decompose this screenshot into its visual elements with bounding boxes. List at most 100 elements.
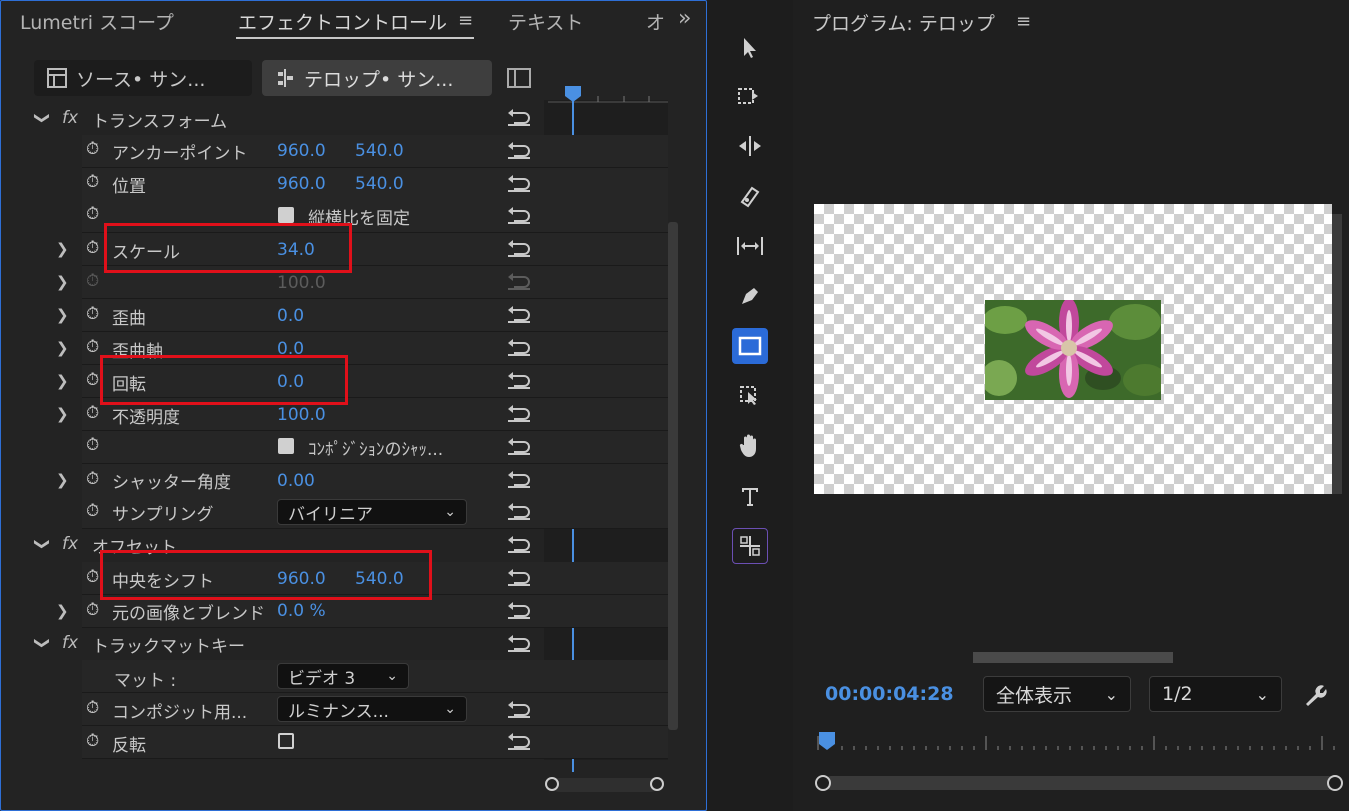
stopwatch-icon[interactable]: ⏱ (86, 731, 99, 751)
tab-text[interactable]: テキスト (508, 8, 583, 35)
motion-tool-icon[interactable] (732, 528, 768, 564)
expand-blend-icon[interactable]: ❯ (56, 602, 69, 620)
stopwatch-icon[interactable]: ⏱ (86, 304, 99, 324)
blend-value[interactable]: 0.0 % (277, 601, 326, 621)
tab-effect-controls[interactable]: エフェクトコントロール (238, 8, 447, 35)
expand-skew-axis-icon[interactable]: ❯ (56, 339, 69, 357)
reset-icon[interactable] (506, 238, 532, 258)
stopwatch-icon[interactable]: ⏱ (86, 172, 99, 192)
reset-icon[interactable] (506, 567, 532, 587)
stopwatch-icon[interactable]: ⏱ (86, 370, 99, 390)
position-x-value[interactable]: 960.0 (277, 174, 326, 194)
rectangle-tool-icon[interactable] (732, 328, 768, 364)
more-tabs-icon[interactable]: » (678, 6, 691, 31)
reset-icon[interactable] (506, 600, 532, 620)
program-zoom-right-handle[interactable] (1327, 775, 1343, 791)
reset-icon[interactable] (506, 731, 532, 751)
reset-icon[interactable] (506, 633, 532, 653)
program-time-ruler[interactable] (814, 728, 1344, 752)
reset-icon[interactable] (506, 337, 532, 357)
matte-value: ビデオ 3 (288, 668, 356, 689)
toggle-timeline-icon[interactable] (507, 68, 531, 88)
matte-dropdown[interactable]: ビデオ 3 ⌄ (277, 663, 409, 689)
zoom-dropdown[interactable]: 全体表示 ⌄ (983, 676, 1131, 712)
selection-tool-icon[interactable] (732, 30, 768, 66)
stopwatch-icon[interactable]: ⏱ (86, 403, 99, 423)
reset-icon[interactable] (506, 436, 532, 456)
opacity-value[interactable]: 100.0 (277, 405, 326, 425)
type-tool-icon[interactable] (732, 478, 768, 514)
source-clip-button[interactable]: ソース• サン... (34, 60, 252, 96)
anchor-x-value[interactable]: 960.0 (277, 141, 326, 161)
sampling-dropdown[interactable]: バイリニア ⌄ (277, 499, 467, 525)
panel-menu-icon[interactable]: ≡ (458, 10, 473, 31)
anchor-point-label: アンカーポイント (112, 144, 248, 164)
collapse-transform-icon[interactable]: ❯ (33, 112, 51, 125)
expand-scale-icon[interactable]: ❯ (56, 240, 69, 258)
collapse-track-matte-icon[interactable]: ❯ (33, 637, 51, 650)
program-zoom-left-handle[interactable] (815, 775, 831, 791)
sequence-clip-button[interactable]: テロップ• サン... (262, 60, 492, 96)
track-select-tool-icon[interactable] (732, 78, 768, 114)
hand-tool-icon[interactable] (732, 428, 768, 464)
expand-scale-width-icon[interactable]: ❯ (56, 273, 69, 291)
position-y-value[interactable]: 540.0 (355, 174, 404, 194)
program-timecode[interactable]: 00:00:04:28 (825, 683, 954, 705)
mini-zoom-right-handle[interactable] (650, 777, 664, 791)
stopwatch-icon[interactable]: ⏱ (86, 238, 99, 258)
stopwatch-icon[interactable]: ⏱ (86, 337, 99, 357)
reset-icon[interactable] (506, 205, 532, 225)
hand-select-tool-icon[interactable] (732, 378, 768, 414)
stopwatch-icon[interactable]: ⏱ (86, 139, 99, 159)
collapse-offset-icon[interactable]: ❯ (33, 538, 51, 551)
reset-icon[interactable] (506, 469, 532, 489)
mini-zoom-bar[interactable] (552, 778, 658, 792)
reset-icon[interactable] (506, 304, 532, 324)
composite-dropdown[interactable]: ルミナンス... ⌄ (277, 696, 467, 722)
stopwatch-icon[interactable]: ⏱ (86, 600, 99, 620)
reset-icon[interactable] (506, 501, 532, 521)
reverse-checkbox[interactable] (278, 733, 294, 749)
mini-zoom-left-handle[interactable] (545, 777, 559, 791)
reset-icon[interactable] (506, 173, 532, 193)
program-title: プログラム: テロップ (812, 13, 995, 35)
stopwatch-icon[interactable]: ⏱ (86, 435, 99, 455)
program-playhead-icon[interactable] (816, 730, 838, 752)
ripple-edit-tool-icon[interactable] (732, 128, 768, 164)
pen-tool-icon[interactable] (732, 278, 768, 314)
skew-value[interactable]: 0.0 (277, 306, 304, 326)
program-menu-icon[interactable]: ≡ (1016, 11, 1031, 32)
stopwatch-icon[interactable]: ⏱ (86, 469, 99, 489)
expand-skew-icon[interactable]: ❯ (56, 306, 69, 324)
reset-icon[interactable] (506, 534, 532, 554)
anchor-y-value[interactable]: 540.0 (355, 141, 404, 161)
stopwatch-icon[interactable]: ⏱ (86, 204, 99, 224)
program-zoom-bar[interactable] (824, 776, 1336, 790)
tab-lumetri-scopes[interactable]: Lumetri スコープ (20, 8, 174, 35)
chevron-down-icon: ⌄ (1255, 684, 1269, 704)
reset-icon[interactable] (506, 140, 532, 160)
slip-tool-icon[interactable] (732, 228, 768, 264)
stopwatch-icon[interactable]: ⏱ (86, 698, 99, 718)
track-matte-section-title: トラックマットキー (92, 637, 245, 657)
stopwatch-icon[interactable]: ⏱ (86, 501, 99, 521)
reset-icon[interactable] (506, 699, 532, 719)
stopwatch-icon[interactable]: ⏱ (86, 567, 99, 587)
program-horizontal-scrollbar[interactable] (973, 652, 1173, 663)
expand-opacity-icon[interactable]: ❯ (56, 405, 69, 423)
reset-icon[interactable] (506, 107, 532, 127)
reset-icon[interactable] (506, 370, 532, 390)
comp-shutter-checkbox[interactable] (278, 438, 294, 454)
shutter-angle-value[interactable]: 0.00 (277, 471, 315, 491)
wrench-icon[interactable] (1302, 682, 1328, 708)
razor-tool-icon[interactable] (732, 178, 768, 214)
expand-rotation-icon[interactable]: ❯ (56, 372, 69, 390)
resolution-dropdown[interactable]: 1/2 ⌄ (1149, 676, 1282, 712)
uniform-scale-checkbox[interactable] (278, 207, 294, 223)
vertical-scrollbar[interactable] (668, 222, 678, 730)
expand-shutter-angle-icon[interactable]: ❯ (56, 471, 69, 489)
chevron-down-icon: ⌄ (386, 668, 398, 684)
program-vertical-scrollbar[interactable] (1332, 214, 1342, 494)
tab-overflow[interactable]: オ (646, 8, 665, 35)
reset-icon[interactable] (506, 403, 532, 423)
